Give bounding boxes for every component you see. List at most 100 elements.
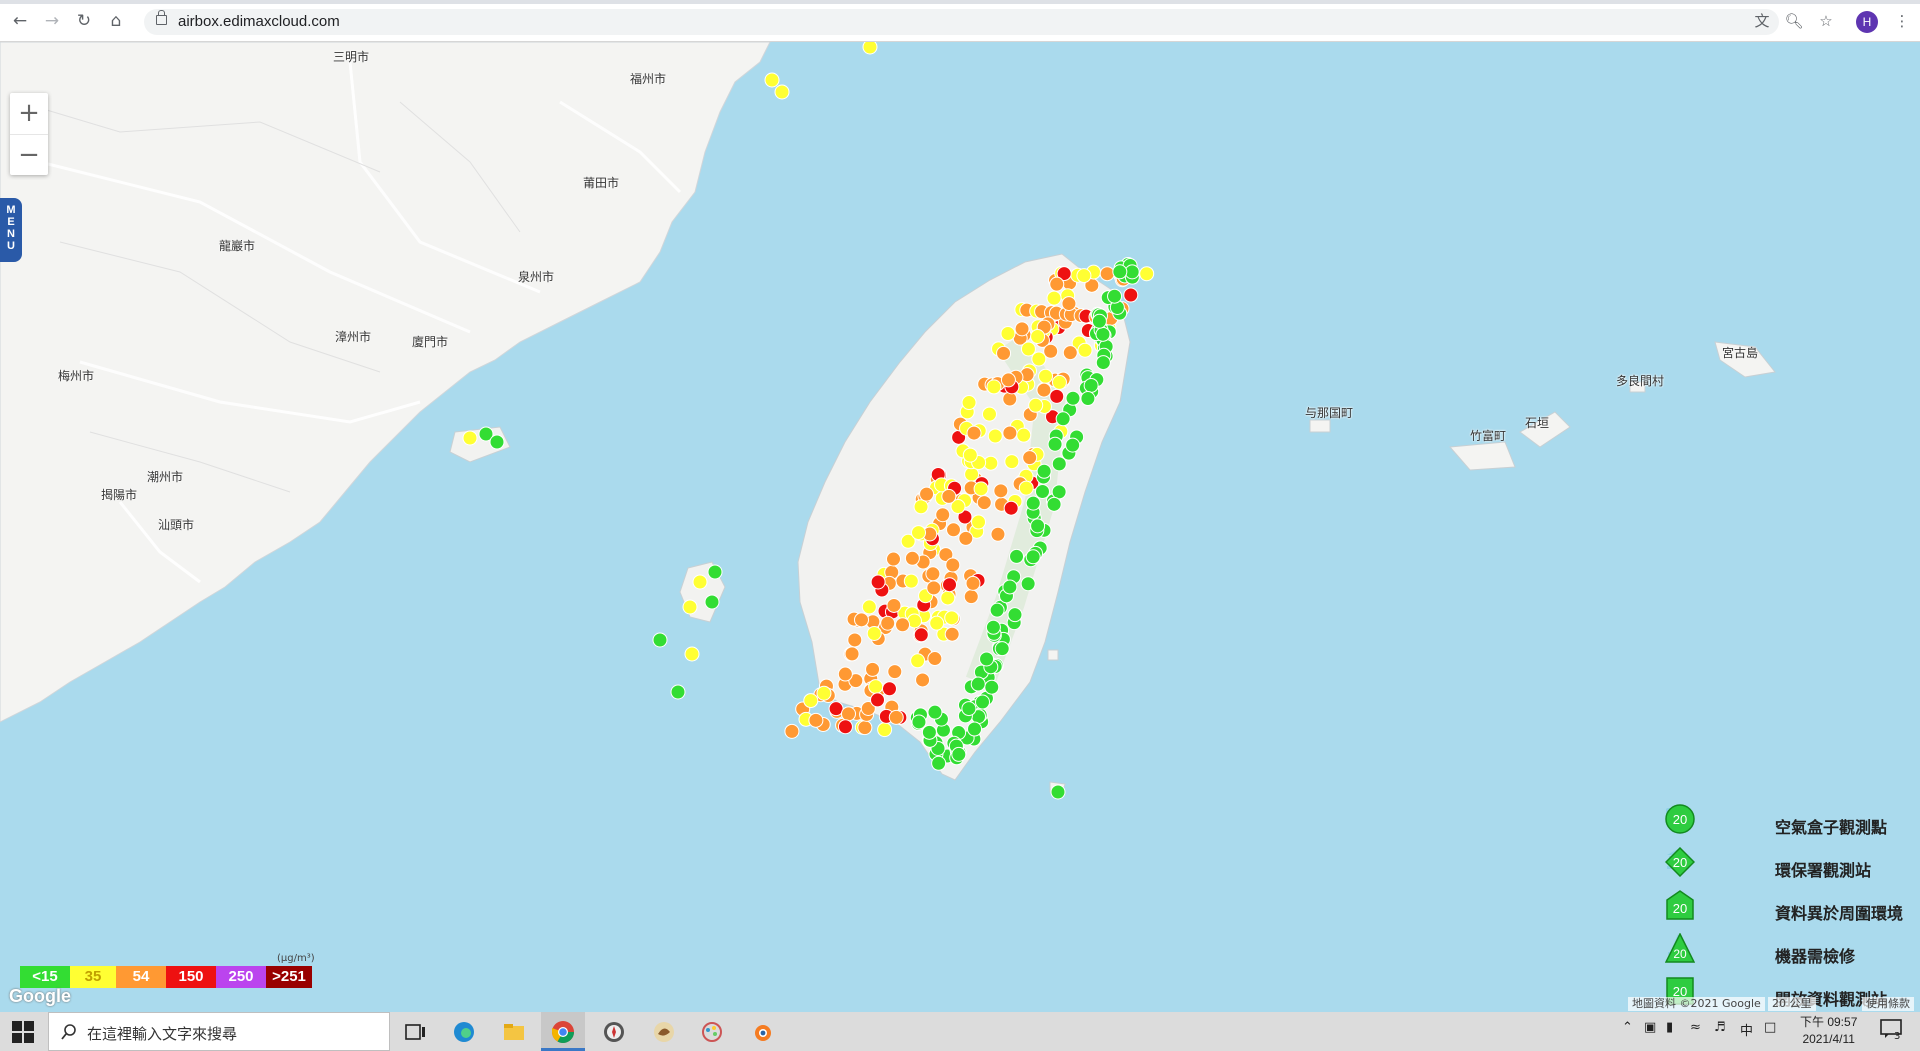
paint-app-icon[interactable] <box>700 1020 724 1044</box>
zoom-out-button[interactable]: − <box>10 135 48 176</box>
task-view-icon[interactable] <box>404 1020 428 1044</box>
aqi-marker[interactable] <box>764 72 780 88</box>
aqi-marker[interactable] <box>1051 374 1067 390</box>
aqi-marker[interactable] <box>940 590 956 606</box>
aqi-marker[interactable] <box>1099 266 1115 282</box>
aqi-marker[interactable] <box>961 395 977 411</box>
wifi-icon[interactable]: ≈ <box>1690 1020 1701 1035</box>
ime-indicator[interactable]: 中 <box>1740 1020 1753 1039</box>
aqi-marker[interactable] <box>990 526 1006 542</box>
aqi-marker[interactable] <box>967 721 983 737</box>
aqi-marker[interactable] <box>837 666 853 682</box>
aqi-marker[interactable] <box>919 486 935 502</box>
aqi-marker[interactable] <box>1055 411 1071 427</box>
aqi-marker[interactable] <box>816 685 832 701</box>
aqi-marker[interactable] <box>1016 427 1032 443</box>
aqi-marker[interactable] <box>885 551 901 567</box>
aqi-marker[interactable] <box>882 681 898 697</box>
aqi-marker[interactable] <box>1046 290 1062 306</box>
aqi-marker[interactable] <box>1018 480 1034 496</box>
aqi-marker[interactable] <box>870 574 886 590</box>
aqi-marker[interactable] <box>1065 437 1081 453</box>
aqi-marker[interactable] <box>1061 296 1077 312</box>
aqi-marker[interactable] <box>962 447 978 463</box>
aqi-marker[interactable] <box>808 712 824 728</box>
aqi-marker[interactable] <box>837 719 853 735</box>
aqi-marker[interactable] <box>828 701 844 717</box>
aqi-marker[interactable] <box>911 525 927 541</box>
tray-meet-icon[interactable]: ▣ <box>1644 1020 1656 1035</box>
volume-icon[interactable]: ♬ <box>1714 1020 1726 1035</box>
aqi-marker[interactable] <box>961 701 977 717</box>
aqi-marker[interactable] <box>1025 549 1041 565</box>
aqi-marker[interactable] <box>975 694 991 710</box>
system-clock[interactable]: 下午 09:57 2021/4/11 <box>1800 1014 1857 1048</box>
aqi-marker[interactable] <box>985 619 1001 635</box>
aqi-marker[interactable] <box>929 615 945 631</box>
aqi-marker[interactable] <box>1049 276 1065 292</box>
aqi-marker[interactable] <box>911 714 927 730</box>
aqi-marker[interactable] <box>921 724 937 740</box>
aqi-marker[interactable] <box>1020 576 1036 592</box>
aqi-marker[interactable] <box>1004 454 1020 470</box>
aqi-marker[interactable] <box>927 704 943 720</box>
aqi-marker[interactable] <box>803 693 819 709</box>
reload-icon[interactable]: ↻ <box>74 11 94 31</box>
aqi-marker[interactable] <box>1002 579 1018 595</box>
aqi-marker[interactable] <box>910 653 926 669</box>
aqi-marker[interactable] <box>1107 288 1123 304</box>
aqi-marker[interactable] <box>966 425 982 441</box>
aqi-marker[interactable] <box>1028 397 1044 413</box>
terms-link[interactable]: 使用條款 <box>1862 997 1914 1011</box>
aqi-marker[interactable] <box>987 428 1003 444</box>
aqi-marker[interactable] <box>866 625 882 641</box>
aqi-marker[interactable] <box>462 430 478 446</box>
aqi-marker[interactable] <box>774 84 790 100</box>
aqi-marker[interactable] <box>1022 450 1038 466</box>
aqi-marker[interactable] <box>652 632 668 648</box>
aqi-marker[interactable] <box>868 679 884 695</box>
aqi-marker[interactable] <box>1030 328 1046 344</box>
aqi-marker[interactable] <box>1091 313 1107 329</box>
aqi-marker[interactable] <box>670 684 686 700</box>
aqi-marker[interactable] <box>931 755 947 771</box>
home-icon[interactable]: ⌂ <box>106 11 126 31</box>
aqi-marker[interactable] <box>847 632 863 648</box>
aqi-marker[interactable] <box>1002 391 1018 407</box>
aqi-marker[interactable] <box>887 664 903 680</box>
profile-avatar[interactable]: H <box>1856 11 1878 33</box>
aqi-marker[interactable] <box>926 580 942 596</box>
aqi-marker[interactable] <box>1123 287 1139 303</box>
aqi-marker[interactable] <box>704 594 720 610</box>
aqi-marker[interactable] <box>1139 266 1155 282</box>
aqi-marker[interactable] <box>489 434 505 450</box>
input-mode-icon[interactable]: □ <box>1764 1020 1776 1035</box>
aqi-marker[interactable] <box>1036 382 1052 398</box>
aqi-marker[interactable] <box>888 709 904 725</box>
edge-browser-icon[interactable] <box>452 1020 476 1044</box>
aqi-marker[interactable] <box>970 676 986 692</box>
aqi-marker[interactable] <box>682 599 698 615</box>
tray-chevron-icon[interactable]: ⌃ <box>1622 1020 1633 1035</box>
aqi-marker[interactable] <box>1030 518 1046 534</box>
aqi-marker[interactable] <box>1049 388 1065 404</box>
aqi-marker[interactable] <box>1020 341 1036 357</box>
aqi-marker[interactable] <box>989 602 1005 618</box>
zoom-icon[interactable]: 🔍︎ <box>1784 11 1804 31</box>
aqi-marker[interactable] <box>870 692 886 708</box>
aqi-marker[interactable] <box>1043 343 1059 359</box>
chrome-taskbar-active[interactable] <box>541 1012 585 1051</box>
aqi-marker[interactable] <box>1047 436 1063 452</box>
aqi-marker[interactable] <box>994 641 1010 657</box>
aqi-marker[interactable] <box>1000 372 1016 388</box>
aqi-marker[interactable] <box>895 617 911 633</box>
aqi-marker[interactable] <box>684 646 700 662</box>
aqi-marker[interactable] <box>1036 463 1052 479</box>
aqi-marker[interactable] <box>1003 500 1019 516</box>
aqi-marker[interactable] <box>958 530 974 546</box>
aqi-marker[interactable] <box>971 514 987 530</box>
aqi-marker[interactable] <box>692 574 708 590</box>
bird-app-icon[interactable] <box>652 1020 676 1044</box>
aqi-marker[interactable] <box>865 661 881 677</box>
aqi-marker[interactable] <box>963 589 979 605</box>
